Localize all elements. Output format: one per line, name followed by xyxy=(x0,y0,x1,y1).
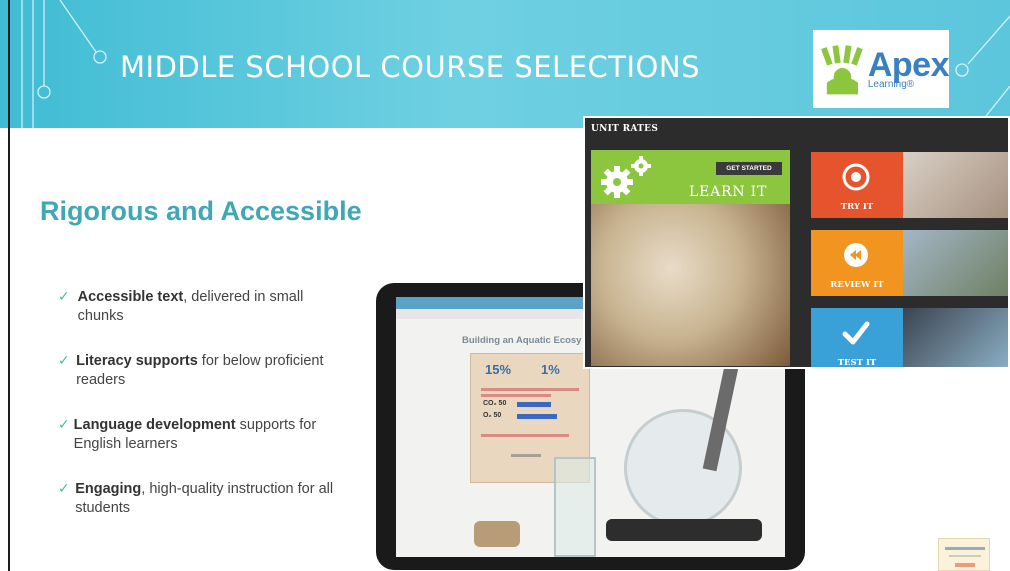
checkmark-icon: ✓ xyxy=(58,481,70,497)
apex-learning-logo: Apex Learning® xyxy=(813,30,950,108)
slide-thumbnail xyxy=(938,538,990,571)
checkmark-icon: ✓ xyxy=(58,417,70,433)
review-it-label: REVIEW IT xyxy=(830,280,884,290)
control-line xyxy=(511,454,541,457)
test-it-tile[interactable]: TEST IT xyxy=(811,308,903,368)
list-item: ✓ Accessible text, delivered in small ch… xyxy=(58,288,348,326)
apex-sunburst-icon xyxy=(821,43,864,95)
bullet-text: Literacy supports for below proficient r… xyxy=(76,353,324,388)
level-bar xyxy=(517,402,551,407)
hands-on-mouse-photo xyxy=(903,152,1008,218)
target-icon xyxy=(842,163,870,191)
bullet-text: Engaging, high-quality instruction for a… xyxy=(75,481,334,516)
stat-value: 15% xyxy=(485,362,512,377)
checkmark-icon: ✓ xyxy=(58,353,70,369)
annotation-line xyxy=(481,434,569,437)
row-label: CO₂ 50 xyxy=(483,400,507,407)
test-it-label: TEST IT xyxy=(837,358,877,368)
section-headline: Rigorous and Accessible xyxy=(40,196,362,226)
try-it-label: TRY IT xyxy=(840,202,874,212)
plant-jar xyxy=(554,457,596,557)
sand-sample xyxy=(474,521,520,547)
unit-title: UNIT RATES xyxy=(591,124,659,134)
feature-list: ✓ Accessible text, delivered in small ch… xyxy=(58,288,348,544)
try-it-tile[interactable]: TRY IT xyxy=(811,152,903,218)
level-bar xyxy=(517,414,557,419)
rewind-icon xyxy=(844,243,868,267)
gears-icon xyxy=(601,156,651,198)
lesson-title: Building an Aquatic Ecosy xyxy=(462,335,582,346)
row-label: O₂ 50 xyxy=(483,412,502,419)
checkmark-icon xyxy=(842,321,870,345)
aquarium-base xyxy=(606,519,762,541)
slide-left-rule xyxy=(8,0,10,571)
checkmark-icon: ✓ xyxy=(58,289,70,305)
logo-name: Apex xyxy=(867,46,950,84)
baking-ingredients-photo xyxy=(591,204,790,366)
tablet-quiz-photo xyxy=(903,308,1008,367)
video-lesson-photo xyxy=(903,230,1008,296)
page-title: MIDDLE SCHOOL COURSE SELECTIONS xyxy=(120,50,700,84)
list-item: ✓ Literacy supports for below proficient… xyxy=(58,352,348,390)
stat-value: 1% xyxy=(541,362,560,377)
bullet-text: Language development supports for Englis… xyxy=(73,417,317,452)
get-started-button[interactable]: GET STARTED xyxy=(716,162,782,175)
annotation-line xyxy=(481,394,551,397)
slide-header: MIDDLE SCHOOL COURSE SELECTIONS Apex Lea… xyxy=(0,0,1010,128)
list-item: ✓ Engaging, high-quality instruction for… xyxy=(58,480,348,518)
review-it-tile[interactable]: REVIEW IT xyxy=(811,230,903,296)
learn-it-label: LEARN IT xyxy=(689,184,768,200)
bullet-text: Accessible text, delivered in small chun… xyxy=(77,289,304,324)
annotation-line xyxy=(481,388,579,391)
list-item: ✓ Language development supports for Engl… xyxy=(58,416,348,454)
unit-rates-screenshot: UNIT RATES GET STARTED LEARN IT TRY IT R… xyxy=(583,116,1010,369)
